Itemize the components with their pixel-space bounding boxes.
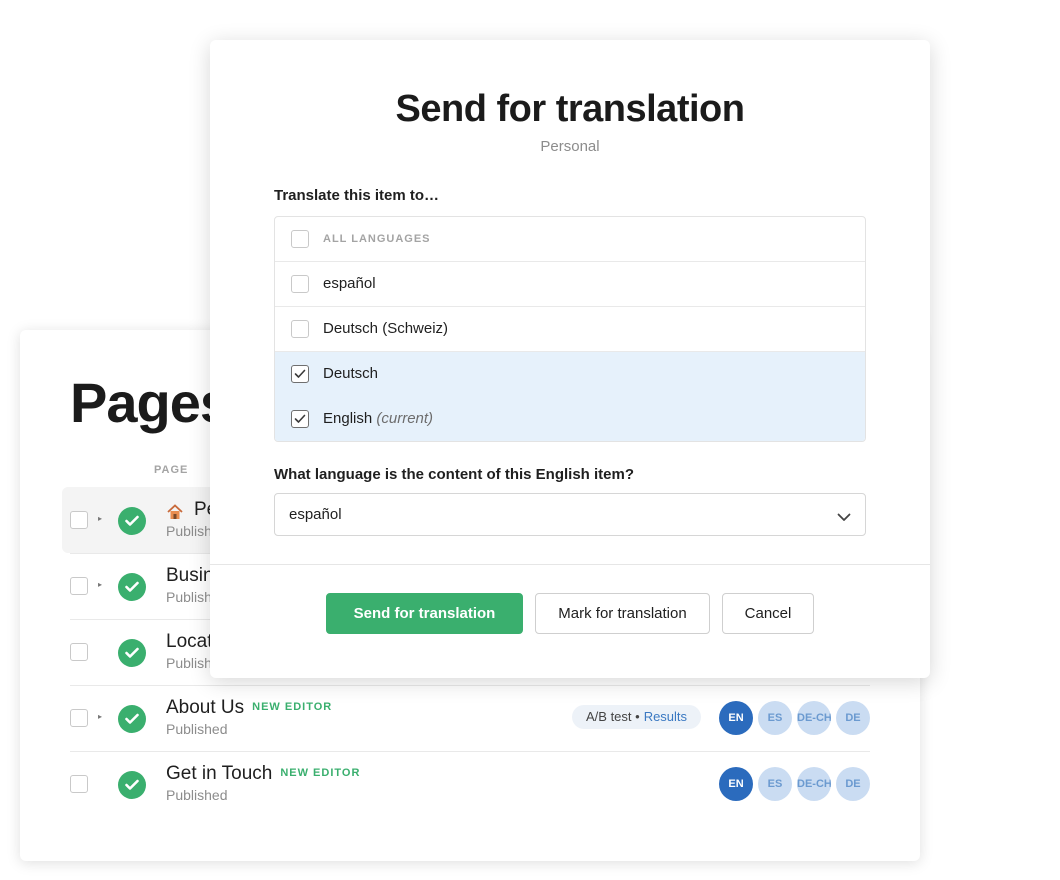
row-checkbox[interactable] [70, 577, 88, 595]
row-page-name-wrap: Get in Touch NEW EDITOR [166, 763, 360, 785]
published-status-icon [118, 639, 146, 667]
language-checkbox[interactable] [291, 320, 309, 338]
published-status-icon [118, 771, 146, 799]
language-badge-es[interactable]: ES [758, 767, 792, 801]
published-status-icon [118, 507, 146, 535]
checkmark-icon [294, 414, 306, 423]
translate-to-label: Translate this item to… [274, 187, 440, 204]
row-page-name[interactable]: Locat [166, 631, 212, 653]
content-language-select[interactable]: español [274, 493, 866, 536]
published-status-icon [118, 573, 146, 601]
table-row[interactable]: Get in Touch NEW EDITOR Published EN ES D… [62, 751, 870, 817]
language-badge-de-ch[interactable]: DE-CH [797, 767, 831, 801]
row-page-status: Published [166, 787, 228, 803]
row-page-name[interactable]: Busin [166, 565, 214, 587]
content-language-label: What language is the content of this Eng… [274, 466, 635, 483]
language-option-deutsch-schweiz[interactable]: Deutsch (Schweiz) [275, 307, 865, 352]
language-badge-en[interactable]: EN [719, 767, 753, 801]
language-option-label: Deutsch (Schweiz) [323, 320, 449, 337]
language-badge-en[interactable]: EN [719, 701, 753, 735]
row-checkbox[interactable] [70, 709, 88, 727]
new-editor-badge: NEW EDITOR [280, 767, 361, 779]
language-badge-de-ch[interactable]: DE-CH [797, 701, 831, 735]
send-for-translation-button[interactable]: Send for translation [326, 593, 523, 634]
column-header-page[interactable]: PAGE [154, 464, 188, 476]
dialog-subtitle: Personal [540, 138, 600, 155]
language-option-label: Deutsch [323, 365, 379, 382]
new-editor-badge: NEW EDITOR [252, 701, 333, 713]
home-icon [166, 503, 184, 521]
row-page-name[interactable]: Get in Touch [166, 763, 272, 784]
ab-test-label: A/B test • [586, 709, 640, 724]
language-option-label-wrap: English (current) [323, 410, 433, 427]
expand-caret-icon[interactable]: ▸ [98, 580, 102, 589]
language-option-espanol[interactable]: español [275, 262, 865, 307]
published-status-icon [118, 705, 146, 733]
checkmark-icon [294, 369, 306, 378]
dialog-title: Send for translation [395, 88, 745, 130]
row-page-status: Publish [166, 523, 212, 539]
language-checkbox[interactable] [291, 275, 309, 293]
mark-for-translation-button[interactable]: Mark for translation [535, 593, 710, 634]
row-page-status: Publish [166, 655, 212, 671]
dialog-footer-divider [210, 564, 930, 565]
row-checkbox[interactable] [70, 775, 88, 793]
language-badges: EN ES DE-CH DE [719, 767, 870, 801]
page-title: Pages [70, 371, 231, 434]
content-language-value: español [289, 506, 342, 523]
ab-test-pill: A/B test • Results [572, 705, 702, 729]
row-checkbox[interactable] [70, 643, 88, 661]
expand-caret-icon[interactable]: ▸ [98, 514, 102, 523]
row-page-name[interactable]: About Us [166, 697, 244, 718]
target-language-list: ALL LANGUAGES español Deutsch (Schweiz) … [274, 216, 866, 442]
language-option-english[interactable]: English (current) [275, 397, 865, 441]
current-language-note: (current) [376, 410, 434, 427]
language-option-label: English [323, 410, 373, 427]
language-checkbox[interactable] [291, 410, 309, 428]
expand-caret-icon[interactable]: ▸ [98, 712, 102, 721]
row-checkbox[interactable] [70, 511, 88, 529]
row-page-name-wrap: About Us NEW EDITOR [166, 697, 332, 719]
language-option-all[interactable]: ALL LANGUAGES [275, 217, 865, 262]
language-checkbox[interactable] [291, 230, 309, 248]
table-row[interactable]: ▸ About Us NEW EDITOR Published A/B test … [62, 685, 870, 751]
language-badge-de[interactable]: DE [836, 701, 870, 735]
language-badge-de[interactable]: DE [836, 767, 870, 801]
ab-test-results-link[interactable]: Results [644, 709, 687, 724]
language-option-deutsch[interactable]: Deutsch [275, 352, 865, 397]
row-page-status: Publish [166, 589, 212, 605]
cancel-button[interactable]: Cancel [722, 593, 814, 634]
language-option-label: ALL LANGUAGES [323, 233, 431, 245]
language-option-label: español [323, 275, 376, 292]
language-badge-es[interactable]: ES [758, 701, 792, 735]
language-checkbox[interactable] [291, 365, 309, 383]
chevron-down-icon [837, 509, 851, 527]
language-badges: EN ES DE-CH DE [719, 701, 870, 735]
row-page-status: Published [166, 721, 228, 737]
send-for-translation-dialog: Send for translation Personal Translate … [210, 40, 930, 678]
